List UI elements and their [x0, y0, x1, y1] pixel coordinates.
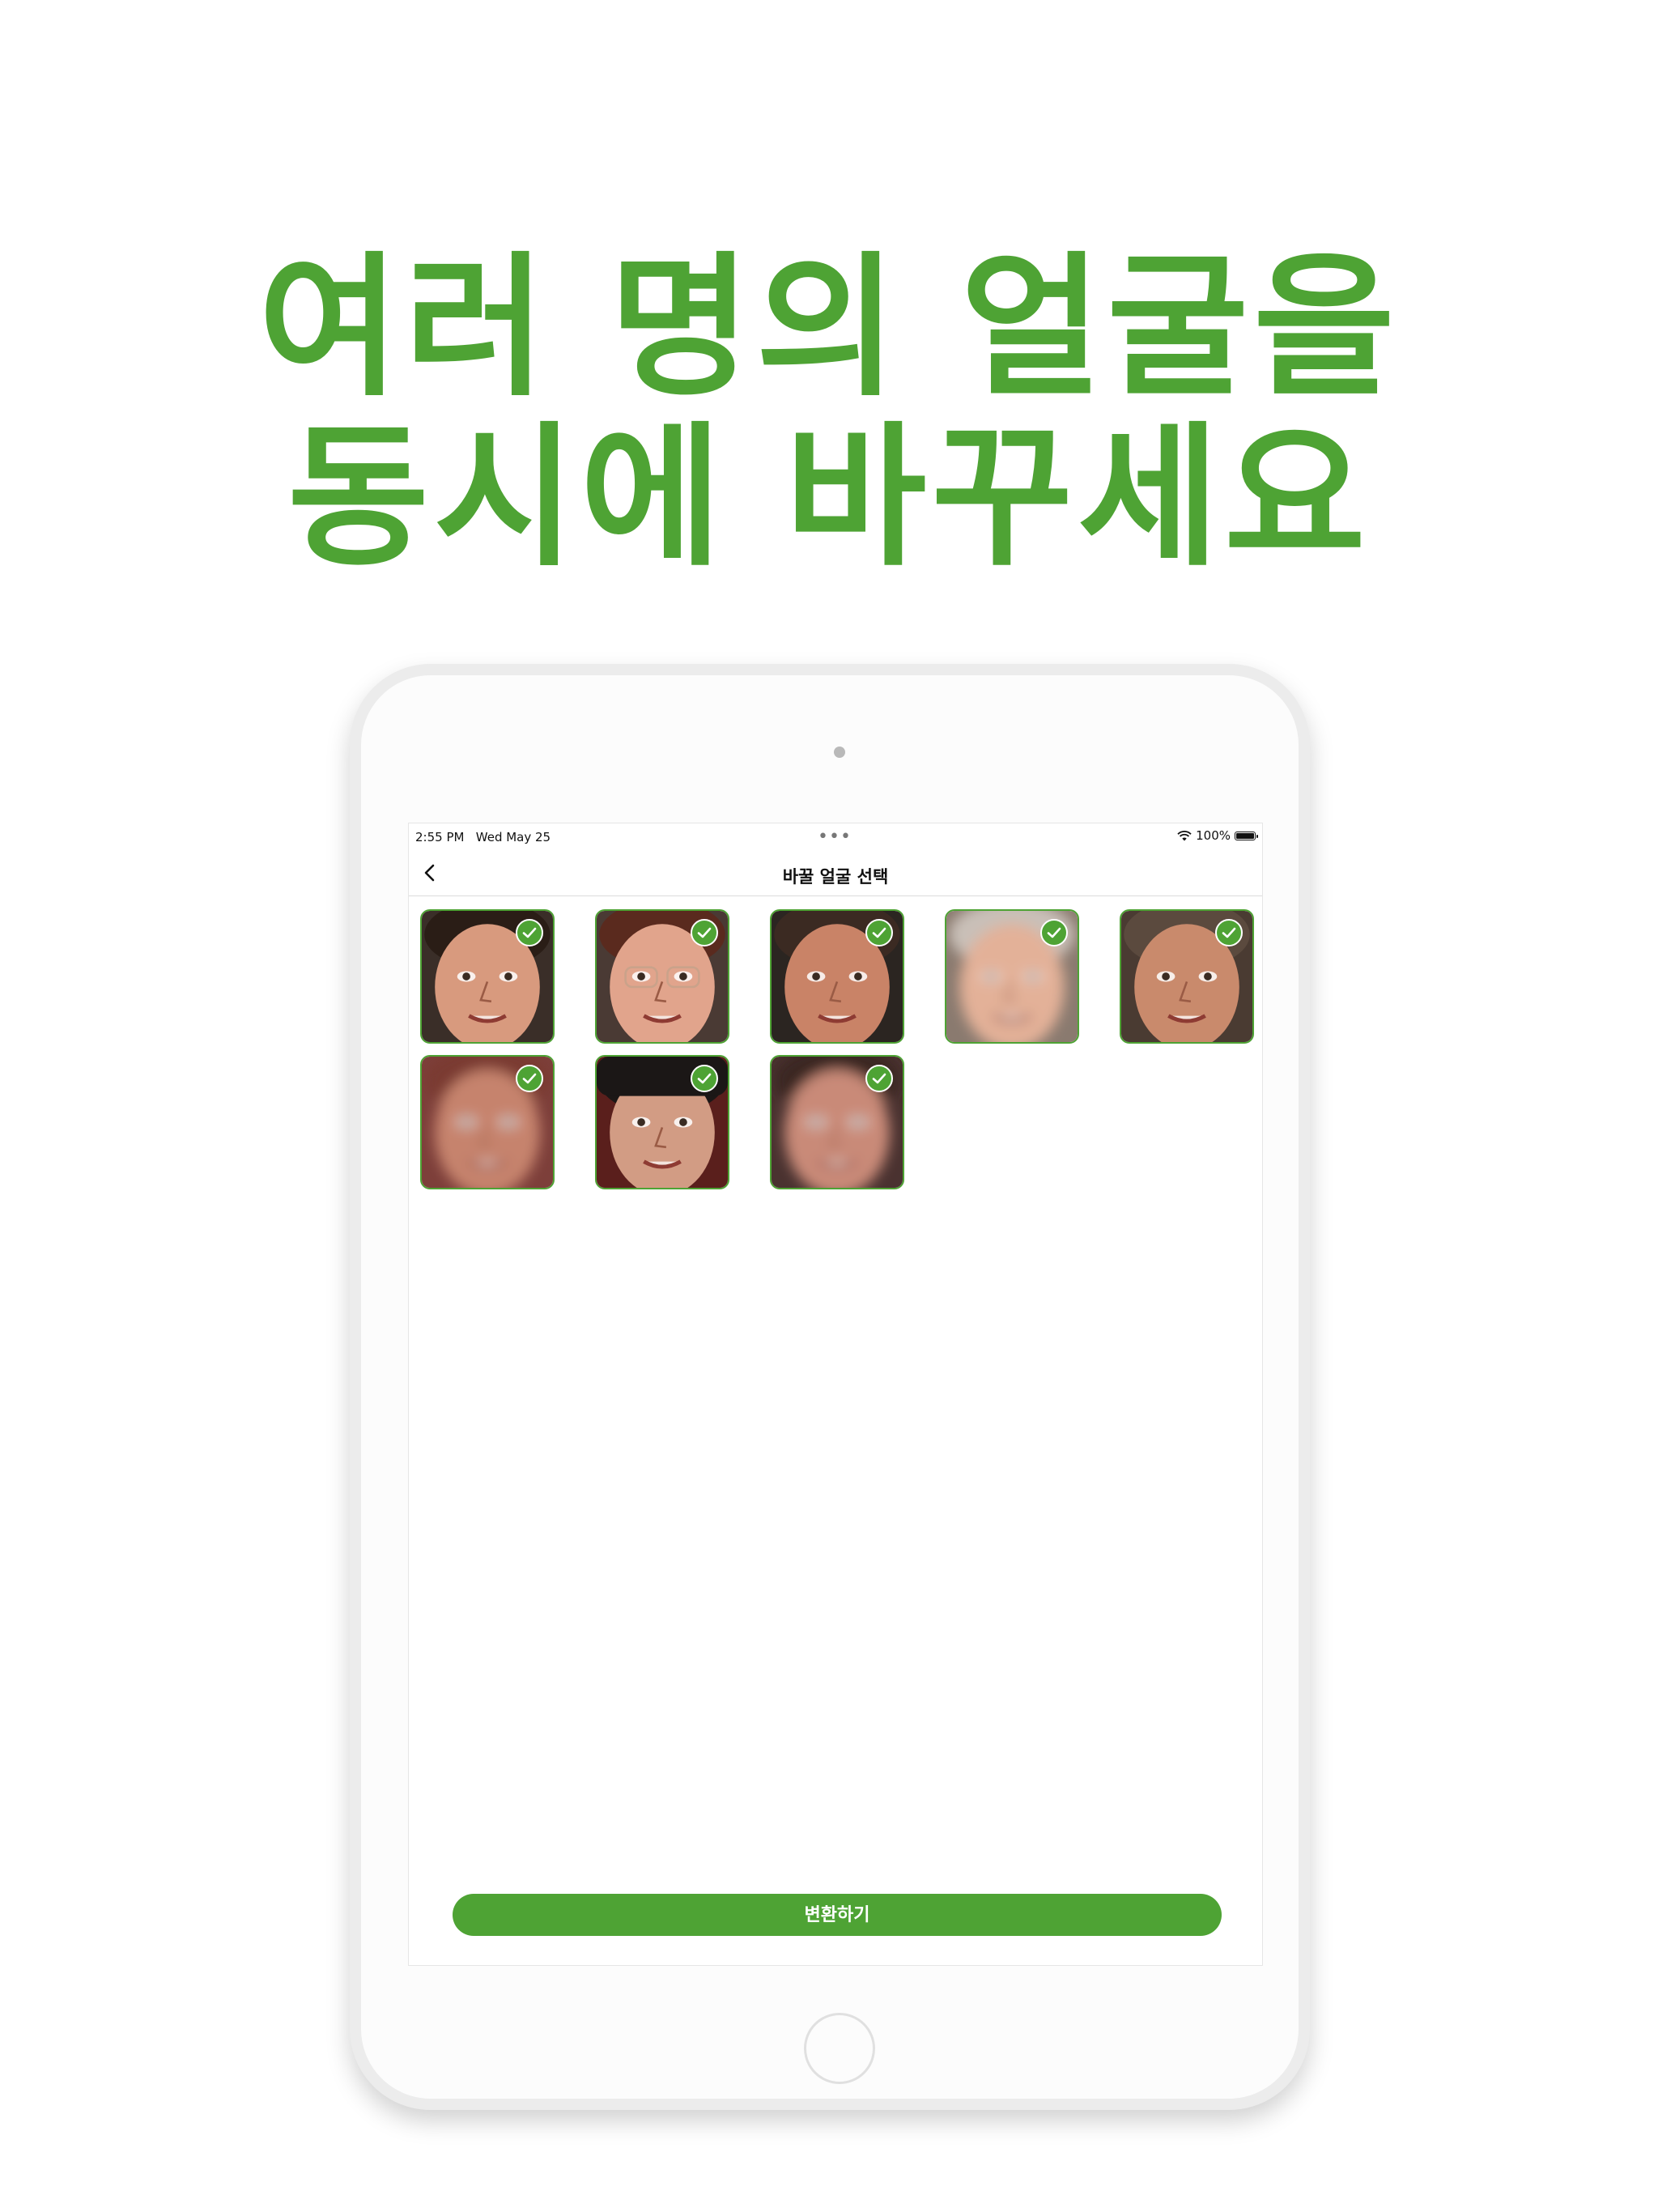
face-grid	[420, 909, 1254, 1189]
face-thumbnail[interactable]	[945, 909, 1079, 1044]
tablet-frame: 2:55 PM Wed May 25 ••• 100% 바꿀 얼굴 선택 변환하…	[350, 664, 1310, 2110]
app-screen: 2:55 PM Wed May 25 ••• 100% 바꿀 얼굴 선택 변환하…	[408, 823, 1263, 1966]
check-icon	[516, 1065, 543, 1092]
headline-line-1: 여러 명의 얼굴을	[258, 238, 1400, 417]
check-icon	[865, 919, 893, 946]
status-indicators: 100%	[1177, 828, 1258, 843]
headline-line-2: 동시에 바꾸세요	[287, 408, 1371, 587]
convert-button[interactable]: 변환하기	[453, 1894, 1222, 1936]
battery-percent: 100%	[1196, 828, 1231, 843]
check-icon	[516, 919, 543, 946]
face-thumbnail[interactable]	[770, 909, 904, 1044]
face-thumbnail[interactable]	[595, 909, 729, 1044]
check-icon	[865, 1065, 893, 1092]
face-thumbnail[interactable]	[1120, 909, 1254, 1044]
status-time-date: 2:55 PM Wed May 25	[415, 830, 551, 844]
face-thumbnail[interactable]	[420, 1055, 555, 1189]
status-date: Wed May 25	[475, 830, 551, 844]
multitask-dots-icon[interactable]: •••	[818, 827, 852, 847]
check-icon	[1215, 919, 1243, 946]
face-thumbnail[interactable]	[595, 1055, 729, 1189]
camera-dot	[834, 747, 845, 758]
check-icon	[691, 1065, 718, 1092]
check-icon	[691, 919, 718, 946]
battery-icon	[1235, 831, 1258, 840]
face-thumbnail[interactable]	[770, 1055, 904, 1189]
navigation-bar: 바꿀 얼굴 선택	[409, 851, 1262, 896]
status-time: 2:55 PM	[415, 830, 465, 844]
page-title: 바꿀 얼굴 선택	[782, 867, 889, 887]
wifi-icon	[1177, 830, 1192, 840]
home-button[interactable]	[804, 2013, 875, 2084]
check-icon	[1040, 919, 1068, 946]
status-bar: 2:55 PM Wed May 25 ••• 100%	[409, 823, 1262, 851]
face-thumbnail[interactable]	[420, 909, 555, 1044]
headline: 여러 명의 얼굴을 동시에 바꾸세요	[0, 243, 1658, 583]
